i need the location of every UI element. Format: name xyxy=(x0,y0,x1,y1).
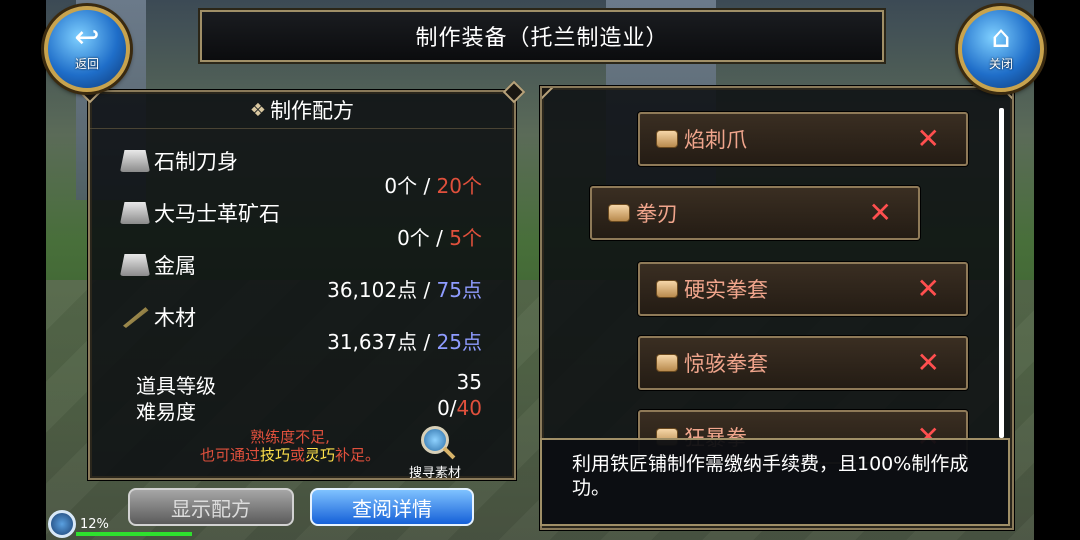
recipe-item[interactable]: 焰刺爪 ✕ xyxy=(638,112,968,166)
close-button[interactable]: ⌂ 关闭 xyxy=(958,6,1044,92)
fee-message-box: 利用铁匠铺制作需缴纳手续费，且100%制作成功。 xyxy=(540,438,1010,526)
recipe-item[interactable]: 硬实拳套 ✕ xyxy=(638,262,968,316)
material-row: 大马士革矿石 xyxy=(120,198,280,228)
item-level-value: 35 xyxy=(456,370,482,394)
material-row: 石制刀身 xyxy=(120,146,238,176)
material-row: 金属 xyxy=(120,250,196,280)
quantity-separator: / xyxy=(429,226,450,250)
material-have: 31,637点 xyxy=(327,330,418,354)
material-name: 石制刀身 xyxy=(154,150,238,174)
ingot-icon xyxy=(120,150,150,172)
quantity-separator: / xyxy=(417,330,437,354)
window-title: 制作装备（托兰制造业） xyxy=(200,10,884,62)
warning-text: 或 xyxy=(289,446,305,464)
recipe-item[interactable]: 惊骇拳套 ✕ xyxy=(638,336,968,390)
recipe-detail-panel: ❖ 制作配方 石制刀身 0个 / 20个 大马士革矿石 0个 / 5个 金属 3… xyxy=(88,90,516,481)
material-quantity: 0个 / 20个 xyxy=(384,170,482,199)
close-label: 关闭 xyxy=(988,56,1013,71)
recipe-name: 硬实拳套 xyxy=(684,278,768,302)
recipe-name: 惊骇拳套 xyxy=(684,352,768,376)
material-need: 5个 xyxy=(449,226,482,250)
scroll-icon xyxy=(656,354,678,372)
scroll-icon xyxy=(656,280,678,298)
difficulty-row: 难易度 0/40 xyxy=(136,396,482,425)
home-icon: ⌂ xyxy=(991,19,1011,55)
network-ring-icon xyxy=(48,510,76,538)
material-row: 木材 xyxy=(120,302,196,332)
back-button[interactable]: ↩ 返回 xyxy=(44,6,130,92)
scroll-icon xyxy=(608,204,630,222)
warning-text: 补足。 xyxy=(335,446,381,464)
search-materials-button[interactable]: 搜寻素材 xyxy=(400,426,470,481)
difficulty-value: 0/40 xyxy=(437,396,482,425)
material-need: 25点 xyxy=(436,330,482,354)
warning-text: 也可通过 xyxy=(199,446,260,464)
material-name: 大马士革矿石 xyxy=(154,202,280,226)
scroll-icon xyxy=(656,130,678,148)
ingot-icon xyxy=(120,254,150,276)
item-level-label: 道具等级 xyxy=(136,374,216,398)
warning-line-2: 也可通过技巧或灵巧补足。 xyxy=(170,446,410,464)
left-letterbox xyxy=(0,0,46,540)
search-materials-label: 搜寻素材 xyxy=(408,466,461,481)
material-need: 75点 xyxy=(436,278,482,302)
recipe-name: 焰刺爪 xyxy=(684,128,747,152)
material-name: 金属 xyxy=(154,254,196,278)
show-recipe-button[interactable]: 显示配方 xyxy=(128,488,294,526)
quantity-separator: / xyxy=(417,174,437,198)
ingot-icon xyxy=(120,202,150,224)
magnifier-icon xyxy=(421,426,449,454)
material-name: 木材 xyxy=(154,306,196,330)
recipe-panel-header: ❖ 制作配方 xyxy=(90,92,514,129)
unavailable-x-icon: ✕ xyxy=(868,196,892,229)
unavailable-x-icon: ✕ xyxy=(916,272,940,305)
recipe-panel-title: 制作配方 xyxy=(270,99,355,123)
recipe-name: 拳刃 xyxy=(636,202,678,226)
material-have: 0个 xyxy=(384,174,418,198)
difficulty-need: 40 xyxy=(456,396,482,420)
quantity-separator: / xyxy=(417,278,437,302)
warning-skill: 技巧 xyxy=(259,446,290,464)
warning-agility: 灵巧 xyxy=(305,446,336,464)
unavailable-x-icon: ✕ xyxy=(916,346,940,379)
right-letterbox xyxy=(1034,0,1080,540)
view-details-button[interactable]: 查阅详情 xyxy=(310,488,474,526)
back-label: 返回 xyxy=(74,56,99,71)
material-quantity: 0个 / 5个 xyxy=(397,222,482,251)
proficiency-warning: 熟练度不足, 也可通过技巧或灵巧补足。 xyxy=(170,428,410,464)
material-quantity: 36,102点 / 75点 xyxy=(327,274,482,303)
material-have: 0个 xyxy=(397,226,430,250)
material-quantity: 31,637点 / 25点 xyxy=(327,326,482,355)
difficulty-label: 难易度 xyxy=(136,400,196,424)
back-arrow-icon: ↩ xyxy=(74,19,100,55)
wood-icon xyxy=(123,307,149,328)
unavailable-x-icon: ✕ xyxy=(916,122,940,155)
material-have: 36,102点 xyxy=(327,278,418,302)
warning-line-1: 熟练度不足, xyxy=(250,428,330,446)
item-level-row: 道具等级 35 xyxy=(136,370,482,399)
material-need: 20个 xyxy=(436,174,482,198)
difficulty-have: 0/ xyxy=(437,396,457,420)
hud-progress-bar xyxy=(76,532,192,536)
recipe-item-selected[interactable]: 拳刃 ✕ xyxy=(590,186,920,240)
recipe-book-icon: ❖ xyxy=(249,99,267,121)
hud-percent: 12% xyxy=(80,516,109,532)
recipe-list-scrollbar[interactable] xyxy=(999,108,1004,438)
